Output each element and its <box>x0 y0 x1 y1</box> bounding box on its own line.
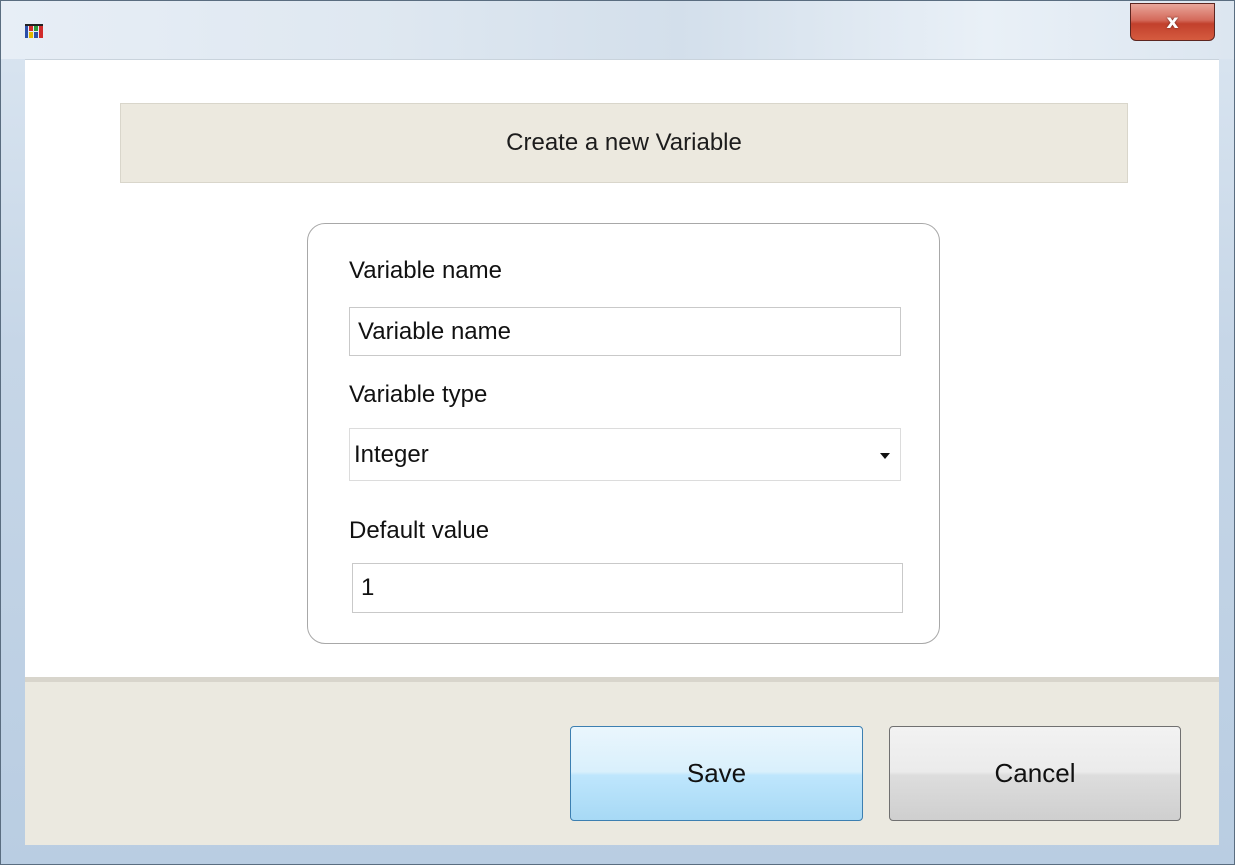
close-icon: x <box>1166 11 1179 33</box>
dialog-heading: Create a new Variable <box>120 103 1128 183</box>
close-button[interactable]: x <box>1130 3 1215 41</box>
title-bar[interactable]: x <box>1 1 1234 59</box>
variable-name-input[interactable]: Variable name <box>349 307 901 356</box>
default-value-input[interactable]: 1 <box>352 563 903 613</box>
variable-name-label: Variable name <box>349 257 502 284</box>
cancel-button[interactable]: Cancel <box>889 726 1181 821</box>
chevron-down-icon[interactable] <box>880 453 890 459</box>
default-value-label: Default value <box>349 517 490 544</box>
button-bar: Save Cancel <box>25 677 1219 845</box>
variable-type-label: Variable type <box>349 381 488 408</box>
save-button[interactable]: Save <box>570 726 863 821</box>
variable-type-value: Integer <box>354 440 429 468</box>
dialog-content: Create a new Variable Variable name Vari… <box>25 59 1219 678</box>
dialog-window: x Create a new Variable Variable name Va… <box>0 0 1235 865</box>
variable-type-select[interactable]: Integer <box>349 428 901 481</box>
app-icon <box>25 24 43 38</box>
variable-form: Variable name Variable name Variable typ… <box>307 223 940 644</box>
